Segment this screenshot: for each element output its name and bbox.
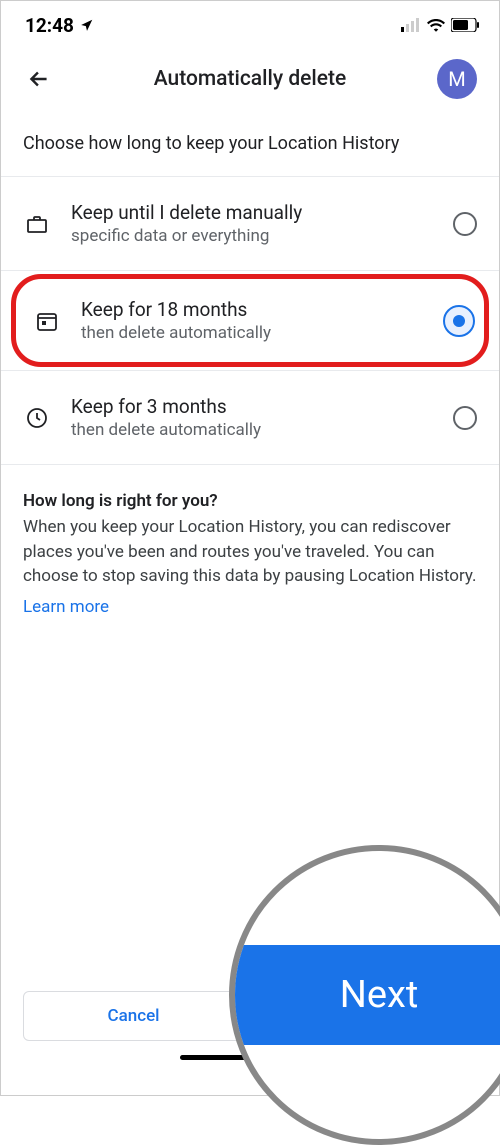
option-title: Keep for 3 months [71,395,433,418]
briefcase-icon [23,210,51,238]
back-button[interactable] [23,63,55,95]
status-time: 12:48 [25,14,94,37]
highlighted-option-wrapper: Keep for 18 months then delete automatic… [11,274,489,367]
radio-unselected[interactable] [453,212,477,236]
status-time-text: 12:48 [25,14,74,37]
option-subtitle: then delete automatically [81,323,423,343]
option-text: Keep for 18 months then delete automatic… [81,298,423,343]
option-subtitle: then delete automatically [71,420,433,440]
option-keep-18-months[interactable]: Keep for 18 months then delete automatic… [11,274,489,367]
radio-selected[interactable] [443,305,475,337]
zoom-annotation: Next [229,845,500,1145]
cellular-icon [401,18,421,32]
zoomed-next-button: Next [235,945,500,1045]
option-text: Keep for 3 months then delete automatica… [71,395,433,440]
info-section: How long is right for you? When you keep… [1,465,499,643]
option-keep-3-months[interactable]: Keep for 3 months then delete automatica… [1,370,499,465]
option-title: Keep for 18 months [81,298,423,321]
page-title: Automatically delete [154,67,347,91]
learn-more-link[interactable]: Learn more [23,597,109,617]
option-keep-manual[interactable]: Keep until I delete manually specific da… [1,177,499,271]
calendar-icon [33,307,61,335]
cancel-button[interactable]: Cancel [23,991,244,1041]
option-text: Keep until I delete manually specific da… [71,201,433,246]
status-indicators [401,18,479,32]
back-arrow-icon [26,66,52,92]
options-list: Keep until I delete manually specific da… [1,176,499,465]
info-body: When you keep your Location History, you… [23,515,477,589]
battery-icon [451,18,479,32]
wifi-icon [427,18,445,32]
option-title: Keep until I delete manually [71,201,433,224]
info-title: How long is right for you? [23,491,477,511]
option-subtitle: specific data or everything [71,226,433,246]
avatar[interactable]: M [437,59,477,99]
page-subtitle: Choose how long to keep your Location Hi… [1,119,499,176]
status-bar: 12:48 [1,1,499,45]
radio-unselected[interactable] [453,406,477,430]
location-arrow-icon [80,18,94,32]
page-header: Automatically delete M [1,45,499,119]
clock-icon [23,404,51,432]
